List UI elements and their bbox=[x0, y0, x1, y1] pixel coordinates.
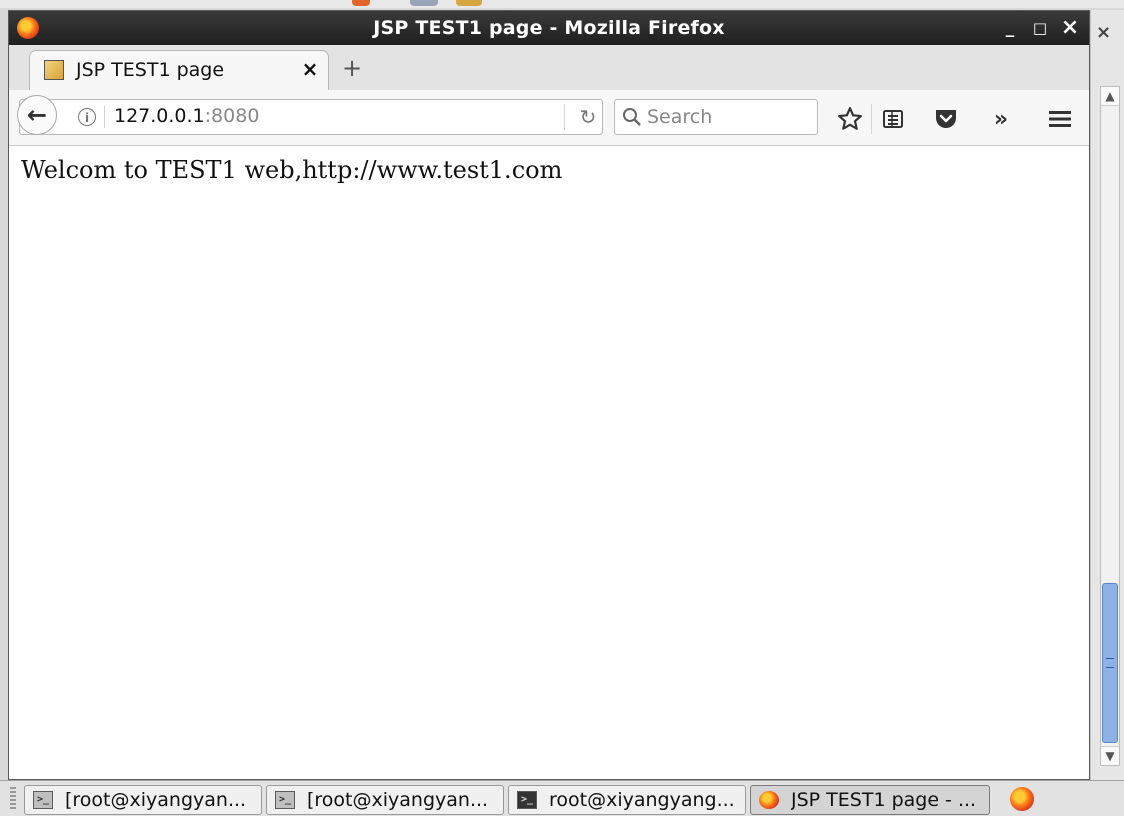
taskbar-item-label: [root@xiyangyan... bbox=[307, 789, 489, 811]
scroll-grip-icon bbox=[1106, 658, 1114, 668]
reload-button[interactable]: ↻ bbox=[576, 104, 600, 130]
search-input[interactable] bbox=[647, 104, 807, 130]
reading-list-button[interactable] bbox=[878, 104, 908, 134]
new-tab-button[interactable]: + bbox=[339, 55, 365, 81]
scroll-thumb[interactable] bbox=[1102, 583, 1118, 743]
taskbar-item-label: root@xiyangyang... bbox=[549, 789, 735, 811]
reading-list-icon bbox=[883, 110, 903, 128]
url-host: 127.0.0.1 bbox=[114, 105, 205, 127]
page-favicon-icon bbox=[44, 60, 64, 80]
tray-firefox-icon[interactable] bbox=[1010, 787, 1034, 811]
close-window-button[interactable]: × bbox=[1059, 17, 1081, 39]
page-content: Welcom to TEST1 web,http://www.test1.com bbox=[9, 146, 1089, 779]
bookmark-star-button[interactable] bbox=[835, 104, 865, 134]
back-button[interactable]: ← bbox=[17, 95, 57, 135]
desktop-app-icon bbox=[410, 0, 438, 6]
minimize-button[interactable]: _ bbox=[999, 17, 1021, 39]
url-text[interactable]: 127.0.0.1:8080 bbox=[114, 105, 259, 127]
site-info-icon[interactable]: i bbox=[78, 108, 96, 126]
desktop-app-icon bbox=[352, 0, 370, 6]
search-icon bbox=[623, 108, 641, 126]
url-port: :8080 bbox=[204, 105, 260, 127]
firefox-window: JSP TEST1 page - Mozilla Firefox _ □ × J… bbox=[8, 10, 1090, 780]
overflow-menu-button[interactable]: » bbox=[986, 104, 1016, 134]
url-bar[interactable]: i 127.0.0.1:8080 ↻ bbox=[19, 99, 603, 135]
scroll-down-button[interactable]: ▼ bbox=[1101, 746, 1119, 765]
page-welcome-text: Welcom to TEST1 web,http://www.test1.com bbox=[21, 156, 563, 184]
tab-title: JSP TEST1 page bbox=[76, 59, 225, 81]
taskbar-item-terminal-1[interactable]: >_ [root@xiyangyan... bbox=[24, 785, 262, 815]
desktop-app-icon bbox=[456, 0, 482, 6]
background-window-edge: × ▲ ▼ bbox=[1090, 10, 1124, 780]
firefox-icon bbox=[759, 791, 779, 809]
background-close-button[interactable]: × bbox=[1096, 22, 1111, 43]
tab-close-button[interactable]: × bbox=[298, 57, 322, 81]
terminal-icon: >_ bbox=[275, 791, 295, 809]
hamburger-menu-button[interactable] bbox=[1045, 104, 1075, 134]
tab-jsp-test1[interactable]: JSP TEST1 page × bbox=[29, 50, 329, 91]
window-title: JSP TEST1 page - Mozilla Firefox bbox=[373, 17, 725, 39]
taskbar-item-label: JSP TEST1 page - ... bbox=[791, 789, 977, 811]
taskbar: >_ [root@xiyangyan... >_ [root@xiyangyan… bbox=[0, 780, 1124, 816]
taskbar-item-terminal-3[interactable]: >_ root@xiyangyang... bbox=[508, 785, 746, 815]
tab-strip: JSP TEST1 page × + bbox=[9, 45, 1089, 91]
pocket-icon bbox=[936, 110, 956, 128]
terminal-icon: >_ bbox=[517, 791, 537, 809]
terminal-icon: >_ bbox=[33, 791, 53, 809]
toolbar-separator bbox=[871, 104, 872, 134]
navigation-toolbar: i 127.0.0.1:8080 ↻ ← Search » bbox=[9, 90, 1089, 146]
taskbar-item-terminal-2[interactable]: >_ [root@xiyangyan... bbox=[266, 785, 504, 815]
taskbar-item-label: [root@xiyangyan... bbox=[65, 789, 247, 811]
hamburger-menu-icon bbox=[1049, 111, 1071, 127]
reload-separator bbox=[564, 104, 565, 130]
search-bar[interactable] bbox=[614, 99, 818, 135]
taskbar-item-firefox[interactable]: JSP TEST1 page - ... bbox=[750, 785, 990, 815]
star-icon bbox=[838, 107, 862, 130]
url-separator bbox=[104, 106, 105, 128]
pocket-button[interactable] bbox=[931, 104, 961, 134]
taskbar-grip[interactable] bbox=[10, 787, 16, 811]
scroll-up-button[interactable]: ▲ bbox=[1101, 87, 1119, 106]
vertical-scrollbar[interactable]: ▲ ▼ bbox=[1100, 86, 1120, 766]
title-bar: JSP TEST1 page - Mozilla Firefox _ □ × bbox=[9, 11, 1089, 45]
desktop-top-strip bbox=[0, 0, 1124, 8]
maximize-button[interactable]: □ bbox=[1029, 17, 1051, 39]
